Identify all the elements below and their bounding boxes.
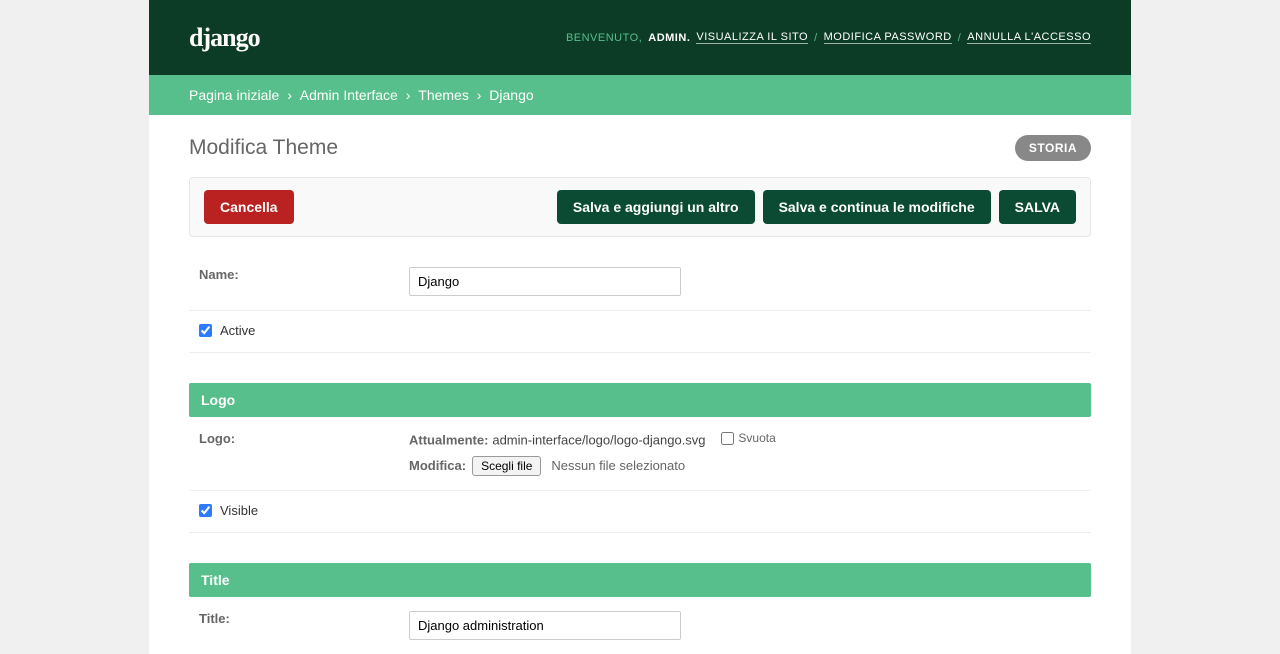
active-checkbox[interactable] bbox=[199, 324, 212, 337]
name-input[interactable] bbox=[409, 267, 681, 296]
logo-section-header: Logo bbox=[189, 383, 1091, 417]
save-continue-button[interactable]: Salva e continua le modifiche bbox=[763, 190, 991, 224]
breadcrumb-home[interactable]: Pagina iniziale bbox=[189, 87, 279, 103]
save-add-another-button[interactable]: Salva e aggiungi un altro bbox=[557, 190, 755, 224]
change-password-link[interactable]: MODIFICA PASSWORD bbox=[824, 31, 952, 44]
choose-file-button[interactable]: Scegli file bbox=[472, 456, 541, 476]
current-file-path: admin-interface/logo/logo-django.svg bbox=[492, 433, 705, 448]
logout-link[interactable]: ANNULLA L'ACCESSO bbox=[967, 31, 1091, 44]
title-row: Title: bbox=[189, 597, 1091, 654]
title-section-header: Title bbox=[189, 563, 1091, 597]
header: django BENVENUTO, ADMIN. VISUALIZZA IL S… bbox=[149, 0, 1131, 75]
name-label: Name: bbox=[199, 267, 409, 282]
page-title: Modifica Theme bbox=[189, 136, 338, 160]
clear-checkbox[interactable] bbox=[721, 432, 734, 445]
visible-checkbox[interactable] bbox=[199, 504, 212, 517]
clear-label: Svuota bbox=[738, 431, 775, 445]
user-name: ADMIN. bbox=[648, 32, 690, 44]
title-label: Title: bbox=[199, 611, 409, 626]
save-button[interactable]: SALVA bbox=[999, 190, 1076, 224]
no-file-text: Nessun file selezionato bbox=[551, 458, 685, 473]
currently-label: Attualmente: bbox=[409, 433, 488, 448]
delete-button[interactable]: Cancella bbox=[204, 190, 294, 224]
welcome-text: BENVENUTO, bbox=[566, 32, 642, 44]
logo: django bbox=[189, 23, 260, 53]
breadcrumb-app[interactable]: Admin Interface bbox=[300, 87, 398, 103]
visible-row: Visible bbox=[189, 491, 1091, 533]
breadcrumb: Pagina iniziale › Admin Interface › Them… bbox=[149, 75, 1131, 115]
breadcrumb-model[interactable]: Themes bbox=[418, 87, 469, 103]
active-row: Active bbox=[189, 311, 1091, 353]
submit-row: Cancella Salva e aggiungi un altro Salva… bbox=[189, 177, 1091, 237]
breadcrumb-current: Django bbox=[489, 87, 533, 103]
view-site-link[interactable]: VISUALIZZA IL SITO bbox=[696, 31, 808, 44]
change-label: Modifica: bbox=[409, 458, 466, 473]
name-row: Name: bbox=[189, 253, 1091, 311]
logo-row: Logo: Attualmente: admin-interface/logo/… bbox=[189, 417, 1091, 491]
history-button[interactable]: STORIA bbox=[1015, 135, 1091, 161]
visible-label: Visible bbox=[220, 503, 258, 518]
active-label: Active bbox=[220, 323, 255, 338]
logo-label: Logo: bbox=[199, 431, 409, 446]
user-tools: BENVENUTO, ADMIN. VISUALIZZA IL SITO / M… bbox=[566, 31, 1091, 44]
title-input[interactable] bbox=[409, 611, 681, 640]
